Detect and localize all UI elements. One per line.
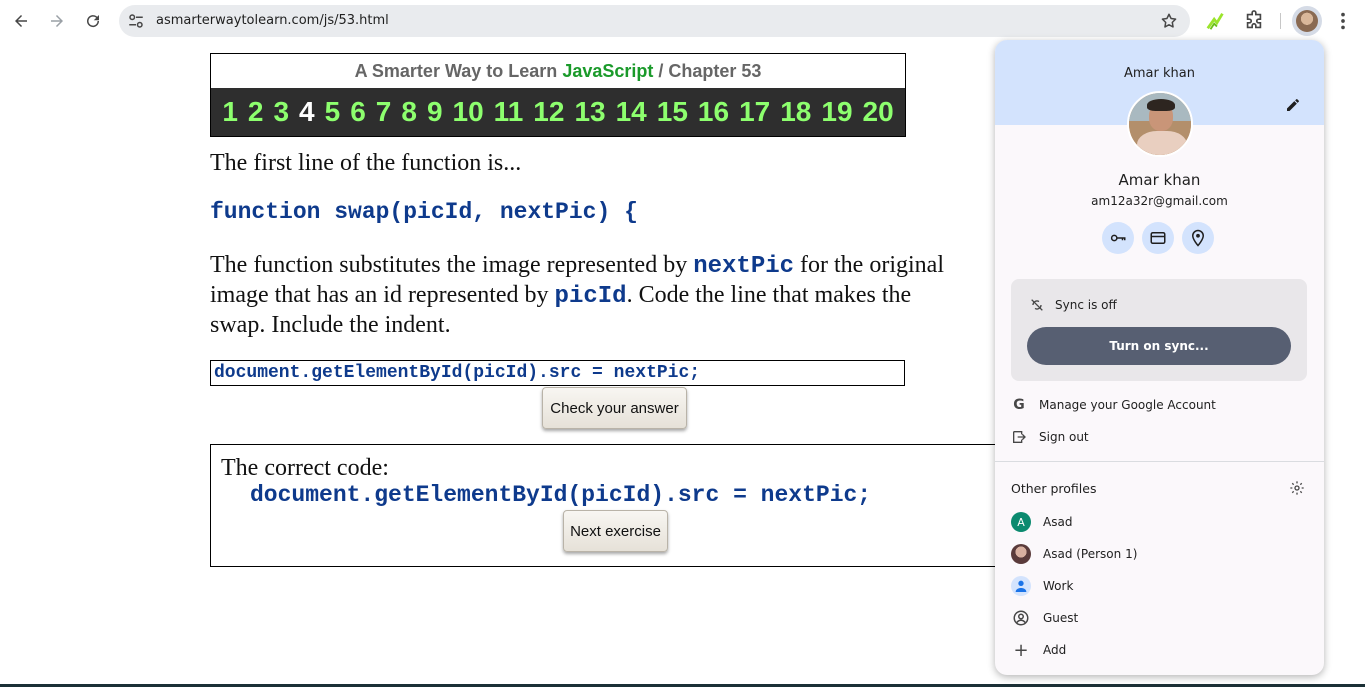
profile-item-asad-person1[interactable]: Asad (Person 1) xyxy=(1011,540,1307,568)
chapter-link-3[interactable]: 3 xyxy=(268,96,294,128)
manage-google-account[interactable]: G Manage your Google Account xyxy=(1011,391,1307,419)
correct-label: The correct code: xyxy=(221,455,389,481)
profile-avatar xyxy=(1127,91,1193,157)
chapter-link-16[interactable]: 16 xyxy=(693,96,734,128)
chapter-link-10[interactable]: 10 xyxy=(448,96,489,128)
chapter-link-1[interactable]: 1 xyxy=(217,96,243,128)
correct-code-box: The correct code: document.getElementByI… xyxy=(210,444,1010,567)
turn-on-sync-button[interactable]: Turn on sync... xyxy=(1027,327,1291,365)
chapter-link-7[interactable]: 7 xyxy=(371,96,397,128)
chapter-link-8[interactable]: 8 xyxy=(396,96,422,128)
chapter-link-18[interactable]: 18 xyxy=(775,96,816,128)
address-bar[interactable]: asmarterwaytolearn.com/js/53.html xyxy=(119,5,1190,37)
sign-out-label: Sign out xyxy=(1039,430,1089,444)
extension-growth-icon[interactable] xyxy=(1205,10,1227,32)
menu-dots-icon[interactable] xyxy=(1332,10,1354,32)
reload-icon xyxy=(87,15,100,28)
profile-item-guest[interactable]: Guest xyxy=(1011,604,1307,632)
profile-label: Work xyxy=(1043,579,1074,593)
sync-off-icon xyxy=(1031,299,1043,311)
profile-name: Amar khan xyxy=(1118,171,1201,189)
browser-toolbar: asmarterwaytolearn.com/js/53.html xyxy=(0,0,1365,42)
next-exercise-button[interactable]: Next exercise xyxy=(563,510,668,552)
arrow-left-icon xyxy=(15,15,27,27)
location-pin-icon xyxy=(1191,229,1205,247)
profile-item-add[interactable]: + Add xyxy=(1011,636,1307,664)
para-code-picid: picId xyxy=(554,283,627,310)
para-text-a: The function substitutes the image repre… xyxy=(210,252,694,278)
chapter-link-12[interactable]: 12 xyxy=(528,96,569,128)
chapter-link-6[interactable]: 6 xyxy=(345,96,371,128)
sync-status: Sync is off xyxy=(1055,298,1117,312)
key-icon xyxy=(1110,234,1126,242)
chapter-link-15[interactable]: 15 xyxy=(652,96,693,128)
forward-button[interactable] xyxy=(43,7,71,35)
para-text-e: swap. Include the indent. xyxy=(210,312,451,338)
profile-name-top: Amar khan xyxy=(1124,66,1195,81)
chapter-link-20[interactable]: 20 xyxy=(858,96,899,128)
avatar xyxy=(1011,544,1031,564)
chapter-link-5[interactable]: 5 xyxy=(320,96,346,128)
sign-out[interactable]: Sign out xyxy=(1011,423,1307,451)
arrow-right-icon xyxy=(51,15,63,27)
chapter-link-19[interactable]: 19 xyxy=(816,96,857,128)
site-settings-icon[interactable] xyxy=(127,12,145,30)
chapter-link-4[interactable]: 4 xyxy=(294,96,320,128)
lesson-line1: The first line of the function is... xyxy=(210,150,522,176)
edit-pencil-icon[interactable] xyxy=(1285,97,1301,113)
manage-account-label: Manage your Google Account xyxy=(1039,398,1216,412)
reload-button[interactable] xyxy=(79,7,107,35)
check-answer-button[interactable]: Check your answer xyxy=(542,387,687,429)
para-text-c: image that has an id represented by xyxy=(210,282,555,308)
google-icon: G xyxy=(1013,397,1025,413)
profile-item-work[interactable]: Work xyxy=(1011,572,1307,600)
title-suffix: / Chapter 53 xyxy=(653,60,762,81)
other-profiles-title: Other profiles xyxy=(1011,481,1097,496)
toolbar-separator xyxy=(1280,13,1281,29)
plus-icon: + xyxy=(1013,639,1029,661)
chapter-nav: 1 2 3 4 5 6 7 8 9 10 11 12 13 14 15 16 17 18 19 20 xyxy=(211,88,905,136)
payment-methods-button[interactable] xyxy=(1142,222,1174,254)
para-code-nextpic: nextPic xyxy=(693,253,795,280)
profile-label: Asad (Person 1) xyxy=(1043,547,1138,561)
title-prefix: A Smarter Way to Learn xyxy=(354,60,563,81)
person-icon xyxy=(1011,576,1031,596)
lesson-paragraph: The function substitutes the image repre… xyxy=(210,251,1000,340)
profile-label: Asad xyxy=(1043,515,1073,529)
profile-item-asad[interactable]: A Asad xyxy=(1011,508,1307,536)
chapter-link-2[interactable]: 2 xyxy=(243,96,269,128)
bookmark-star-icon[interactable] xyxy=(1160,12,1178,30)
back-button[interactable] xyxy=(7,7,35,35)
para-text-d: . Code the line that makes the xyxy=(626,282,912,308)
chapter-link-17[interactable]: 17 xyxy=(734,96,775,128)
page-title: A Smarter Way to Learn JavaScript / Chap… xyxy=(211,54,905,88)
para-text-b: for the original xyxy=(794,252,944,278)
chapter-link-14[interactable]: 14 xyxy=(611,96,652,128)
profile-label: Add xyxy=(1043,643,1067,657)
guest-icon xyxy=(1011,608,1031,628)
gear-icon[interactable] xyxy=(1289,480,1305,496)
lesson-code1: function swap(picId, nextPic) { xyxy=(210,199,638,225)
avatar xyxy=(1296,10,1318,32)
profile-panel: Amar khan Amar khan am12a32r@gmail.com S… xyxy=(995,40,1324,675)
passwords-button[interactable] xyxy=(1102,222,1134,254)
profile-initial-avatar: A xyxy=(1011,512,1031,532)
sync-card: Sync is off Turn on sync... xyxy=(1011,279,1307,381)
profile-label: Guest xyxy=(1043,611,1079,625)
title-javascript: JavaScript xyxy=(562,60,654,81)
chapter-header: A Smarter Way to Learn JavaScript / Chap… xyxy=(210,53,906,137)
answer-input[interactable]: document.getElementById(picId).src = nex… xyxy=(210,360,905,386)
sign-out-icon xyxy=(1011,429,1027,445)
addresses-button[interactable] xyxy=(1182,222,1214,254)
panel-divider xyxy=(995,461,1324,462)
chapter-link-13[interactable]: 13 xyxy=(569,96,610,128)
profile-avatar-button[interactable] xyxy=(1292,6,1322,36)
extensions-puzzle-icon[interactable] xyxy=(1243,10,1265,32)
credit-card-icon xyxy=(1150,232,1166,244)
url-text[interactable]: asmarterwaytolearn.com/js/53.html xyxy=(156,13,389,28)
correct-code: document.getElementById(picId).src = nex… xyxy=(250,482,872,508)
chapter-link-9[interactable]: 9 xyxy=(422,96,448,128)
profile-email: am12a32r@gmail.com xyxy=(1091,194,1228,208)
chapter-link-11[interactable]: 11 xyxy=(489,96,529,128)
